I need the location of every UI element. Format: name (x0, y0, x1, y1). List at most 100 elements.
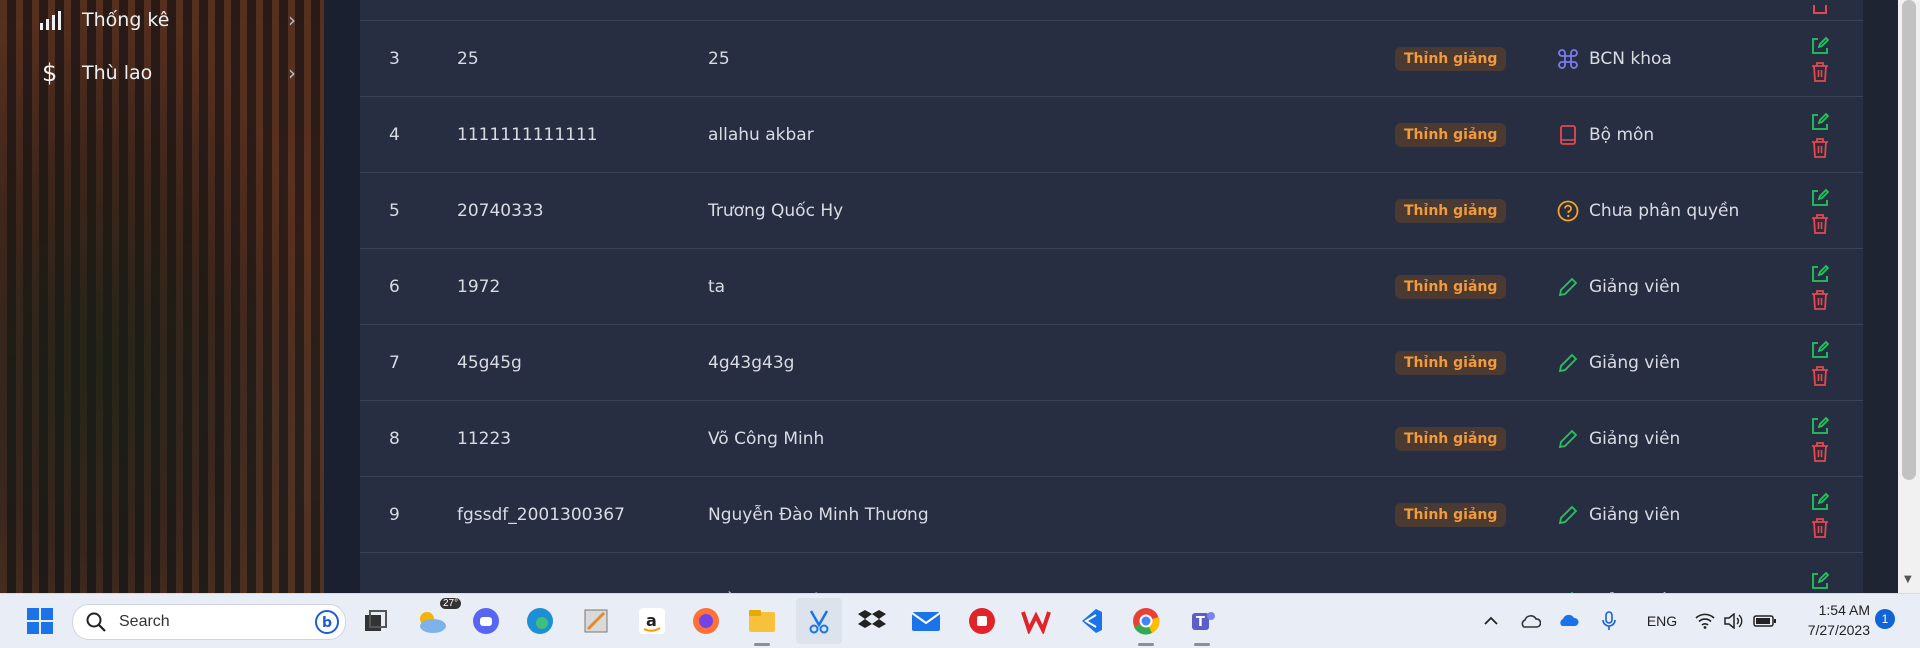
row-actions (1800, 97, 1840, 173)
type-badge: Thỉnh giảng (1395, 427, 1507, 451)
sidebar-item-label: Thù lao (82, 62, 153, 84)
discord-icon[interactable] (466, 594, 506, 648)
vscode-icon[interactable] (1070, 594, 1110, 648)
delete-icon[interactable] (1809, 137, 1831, 159)
amazon-icon[interactable]: a (632, 594, 672, 648)
weather-temp: 27° (440, 598, 462, 609)
snipping-tool-icon[interactable] (796, 598, 842, 644)
row-number: 8 (389, 429, 400, 449)
row-code: 1111111111111 (457, 125, 598, 145)
record-app-icon[interactable] (962, 594, 1002, 648)
row-type: Thỉnh giảng (1395, 325, 1507, 401)
delete-icon[interactable] (1809, 441, 1831, 463)
pencil-icon (1557, 504, 1579, 526)
scrollbar-thumb[interactable] (1902, 0, 1916, 480)
chevron-right-icon: › (288, 8, 296, 32)
row-actions (1800, 477, 1840, 553)
row-code: 45g45g (457, 353, 522, 373)
file-explorer-icon[interactable] (742, 594, 782, 648)
row-name: Võ Công Minh (708, 429, 825, 449)
sidebar-item-thu-lao[interactable]: $ Thù lao › (0, 50, 324, 96)
row-name: allahu akbar (708, 125, 814, 145)
chevron-right-icon: › (288, 61, 296, 85)
delete-icon[interactable] (1809, 0, 1831, 20)
onedrive-sync-icon[interactable] (1556, 594, 1580, 648)
row-role: Giảng viên (1557, 477, 1680, 553)
row-role: Chưa phân quyền (1557, 173, 1739, 249)
scroll-down-arrow[interactable]: ▼ (1904, 574, 1912, 585)
edit-icon[interactable] (1809, 35, 1831, 57)
row-actions (1800, 249, 1840, 325)
pencil-icon (1557, 428, 1579, 450)
wps-office-icon[interactable] (1016, 594, 1056, 648)
battery-icon[interactable] (1752, 594, 1778, 648)
windows-icon (27, 608, 53, 634)
row-role: Giảng viên (1557, 401, 1680, 477)
clock[interactable]: 1:54 AM 7/27/2023 (1790, 600, 1870, 640)
row-name: 4g43g43g (708, 353, 795, 373)
content-gutter (324, 0, 360, 593)
dropbox-icon[interactable] (852, 594, 892, 648)
edit-icon[interactable] (1809, 187, 1831, 209)
mail-icon[interactable] (906, 594, 946, 648)
microphone-icon[interactable] (1598, 594, 1620, 648)
role-label: BCN khoa (1589, 49, 1672, 69)
delete-icon[interactable] (1809, 213, 1831, 235)
sidebar-item-thong-ke[interactable]: Thống kê › (0, 0, 324, 43)
delete-icon[interactable] (1809, 517, 1831, 539)
volume-icon[interactable] (1722, 594, 1744, 648)
row-name: 25 (708, 49, 730, 69)
language-indicator[interactable]: ENG (1644, 594, 1680, 648)
role-label: Bộ môn (1589, 125, 1655, 145)
type-badge: Thỉnh giảng (1395, 351, 1507, 375)
firefox-icon[interactable] (686, 594, 726, 648)
bing-icon[interactable]: b (315, 610, 339, 634)
row-name: ta (708, 277, 726, 297)
notification-badge[interactable]: 1 (1875, 609, 1895, 629)
row-role: Giảng viên (1557, 563, 1680, 593)
chrome-icon[interactable] (1126, 594, 1166, 648)
chevron-up-icon[interactable] (1480, 594, 1502, 648)
wifi-icon[interactable] (1694, 594, 1716, 648)
row-number: 3 (389, 49, 400, 69)
edge-icon[interactable] (520, 594, 560, 648)
taskbar-search[interactable]: Search b (72, 604, 346, 640)
row-number: 6 (389, 277, 400, 297)
scrollbar[interactable]: ▼ (1898, 0, 1920, 593)
edit-icon[interactable] (1809, 339, 1831, 361)
role-label: Giảng viên (1589, 277, 1681, 297)
row-role: Giảng viên (1557, 249, 1680, 325)
role-label: Giảng viên (1589, 505, 1681, 525)
book-icon (1557, 124, 1579, 146)
dollar-icon: $ (38, 60, 62, 86)
task-view-icon[interactable] (356, 594, 396, 648)
row-number: 4 (389, 125, 400, 145)
onedrive-icon[interactable] (1518, 594, 1542, 648)
delete-icon[interactable] (1809, 365, 1831, 387)
snipping-tool-alt-icon[interactable] (576, 594, 616, 648)
table-row: 9 fgssdf_2001300367 Nguyễn Đào Minh Thương… (360, 476, 1863, 553)
delete-icon[interactable] (1809, 289, 1831, 311)
row-type: Thỉnh giảng (1395, 249, 1507, 325)
row-type: Thỉnh giảng (1395, 401, 1507, 477)
bar-chart-icon (38, 8, 62, 32)
clock-time: 1:54 AM (1818, 602, 1870, 618)
edit-icon[interactable] (1809, 415, 1831, 437)
search-placeholder: Search (119, 613, 170, 630)
row-name: Nguyễn Đào Minh Thương (708, 505, 929, 525)
teams-icon[interactable]: T (1182, 594, 1222, 648)
row-code: 20740333 (457, 201, 544, 221)
row-type: Thỉnh giảng (1395, 173, 1507, 249)
row-role: BCN khoa (1557, 21, 1672, 97)
edit-icon[interactable] (1809, 111, 1831, 133)
row-actions (1800, 543, 1840, 593)
delete-icon[interactable] (1809, 61, 1831, 83)
edit-icon[interactable] (1809, 570, 1831, 592)
start-button[interactable] (20, 594, 60, 648)
table-row: 6 1972 ta Thỉnh giảng Giảng viên (360, 248, 1863, 325)
edit-icon[interactable] (1809, 263, 1831, 285)
weather-icon[interactable]: 27° (410, 594, 462, 648)
type-badge: Thỉnh giảng (1395, 503, 1507, 527)
edit-icon[interactable] (1809, 491, 1831, 513)
row-type: Thỉnh giảng (1395, 477, 1507, 553)
